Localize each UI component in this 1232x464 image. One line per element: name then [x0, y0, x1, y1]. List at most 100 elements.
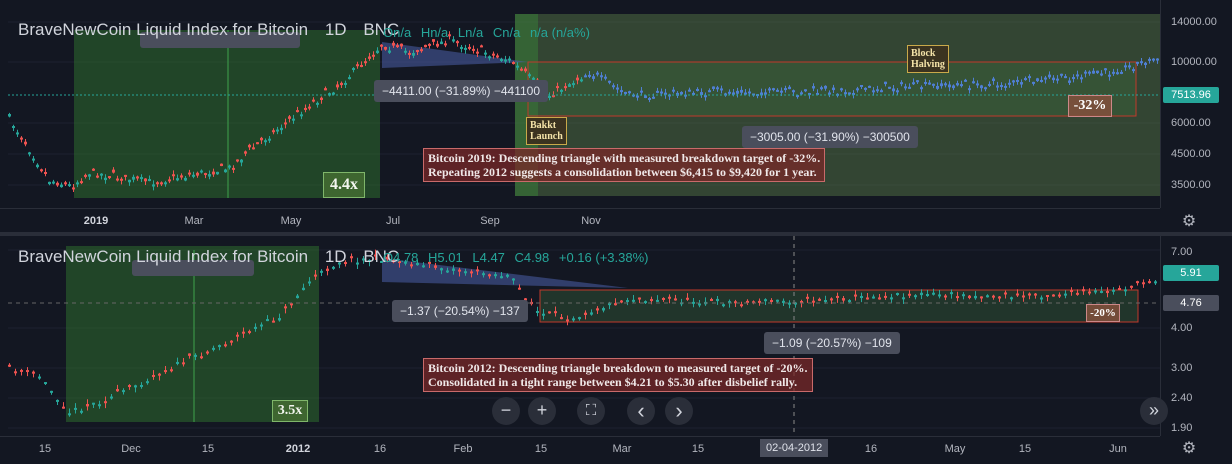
candle-body: [674, 298, 677, 301]
candle-body: [212, 347, 215, 350]
fullscreen-icon[interactable]: ⛶: [577, 397, 605, 425]
candle-body: [560, 317, 563, 320]
candle-body: [272, 320, 275, 323]
scroll-left-button[interactable]: ‹: [627, 397, 655, 425]
candle-body: [900, 82, 903, 85]
candle-body: [132, 176, 135, 180]
candle-body: [740, 89, 743, 93]
candle-body: [56, 182, 59, 186]
candle-body: [566, 319, 569, 322]
candle-body: [1112, 71, 1115, 74]
candle-body: [1010, 297, 1013, 300]
candle-body: [820, 87, 823, 90]
candle-body: [62, 406, 65, 409]
candle-body: [680, 91, 683, 95]
top-chart-pane[interactable]: BraveNewCoin Liquid Index for Bitcoin 1D…: [0, 0, 1232, 232]
zoom-in-button[interactable]: +: [528, 397, 556, 425]
candle-body: [964, 79, 967, 82]
candle-body: [440, 41, 443, 45]
bottom-chart-pane[interactable]: BraveNewCoin Liquid Index for Bitcoin 1D…: [0, 236, 1232, 463]
candle-body: [158, 373, 161, 376]
candle-body: [928, 82, 931, 85]
time-tick: Dec: [121, 443, 141, 455]
candle-body: [512, 278, 515, 281]
candle-body: [240, 159, 243, 163]
bottom-legend: BraveNewCoin Liquid Index for Bitcoin 1D…: [18, 247, 411, 267]
target-tag-top[interactable]: -32%: [1068, 95, 1112, 117]
candle-body: [1048, 74, 1051, 78]
candle-body: [176, 178, 179, 181]
zoom-out-button[interactable]: −: [492, 397, 520, 425]
candle-body: [956, 83, 959, 86]
multiplier-label-bottom[interactable]: 3.5x: [272, 400, 308, 422]
time-tick: Mar: [184, 215, 204, 227]
candle-body: [768, 88, 771, 91]
candle-body: [1064, 76, 1067, 79]
candle-body: [464, 47, 467, 50]
event-bakkt-launch[interactable]: Bakkt Launch: [526, 117, 567, 145]
candle-body: [1104, 68, 1107, 71]
candle-body: [372, 54, 375, 57]
bottom-price-axis[interactable]: 7.00 4.00 3.00 2.40 1.90 5.91 4.76: [1160, 236, 1232, 436]
candle-body: [232, 167, 235, 170]
candle-body: [632, 299, 635, 302]
candle-body: [204, 173, 207, 176]
price-tick: 4500.00: [1171, 148, 1211, 160]
candle-body: [26, 370, 29, 373]
candle-body: [884, 81, 887, 85]
candle-body: [412, 52, 415, 56]
candle-body: [1052, 294, 1055, 297]
candle-body: [578, 317, 581, 320]
candle-body: [840, 88, 843, 91]
annotation-note-2012[interactable]: Bitcoin 2012: Descending triangle breakd…: [423, 358, 813, 392]
bottom-ohlc: O4.78 H5.01 L4.47 C4.98 +0.16 (+3.38%): [383, 250, 655, 265]
time-tick: 16: [864, 443, 878, 455]
scroll-right-button[interactable]: ›: [665, 397, 693, 425]
candle-body: [704, 95, 707, 98]
time-tick: May: [280, 215, 302, 227]
candle-body: [1108, 74, 1111, 77]
candle-body: [1024, 78, 1027, 81]
measure-label-right[interactable]: −1.09 (−20.57%) −109: [764, 332, 900, 354]
candle-body: [652, 96, 655, 99]
candle-body: [998, 296, 1001, 299]
event-block-halving[interactable]: Block Halving: [907, 45, 949, 73]
time-tick: May: [944, 443, 966, 455]
time-tick: Jul: [385, 215, 401, 227]
candle-body: [248, 331, 251, 334]
time-tick: Nov: [581, 215, 601, 227]
candle-body: [292, 118, 295, 121]
interval[interactable]: 1D: [325, 20, 347, 39]
candle-body: [80, 410, 83, 413]
candle-body: [1020, 82, 1023, 85]
candle-body: [1076, 292, 1079, 295]
candle-body: [1080, 77, 1083, 80]
crosshair-price-badge: 4.76: [1163, 295, 1219, 311]
candle-body: [272, 130, 275, 133]
candle-body: [580, 79, 583, 82]
measure-label-right[interactable]: −3005.00 (−31.90%) −300500: [742, 126, 918, 148]
candle-body: [1082, 289, 1085, 292]
candle-body: [76, 182, 79, 185]
top-price-axis[interactable]: 14000.00 10000.00 6000.00 4500.00 3500.0…: [1160, 0, 1232, 208]
candle-body: [572, 83, 575, 86]
measure-label-left[interactable]: −4411.00 (−31.89%) −441100: [374, 80, 549, 102]
multiplier-label-top[interactable]: 4.4x: [323, 172, 365, 198]
target-tag-bottom[interactable]: -20%: [1086, 304, 1120, 322]
candle-body: [518, 287, 521, 290]
gear-icon[interactable]: ⚙: [1180, 213, 1198, 231]
candle-body: [340, 82, 343, 86]
candle-body: [280, 127, 283, 131]
candle-body: [716, 87, 719, 90]
top-time-axis[interactable]: 2019 Mar May Jul Sep Nov: [0, 208, 1160, 233]
measure-label-left[interactable]: −1.37 (−20.54%) −137: [392, 300, 528, 322]
annotation-note-2019[interactable]: Bitcoin 2019: Descending triangle with m…: [423, 148, 826, 182]
candle-body: [224, 344, 227, 347]
candle-body: [708, 90, 711, 93]
gear-icon[interactable]: ⚙: [1180, 440, 1198, 458]
interval[interactable]: 1D: [325, 247, 347, 266]
bottom-time-axis[interactable]: 15 Dec 15 2012 16 Feb 15 Mar 15 16 May 1…: [0, 436, 1160, 464]
candle-body: [332, 92, 335, 95]
candle-body: [480, 45, 483, 48]
candle-body: [602, 308, 605, 311]
